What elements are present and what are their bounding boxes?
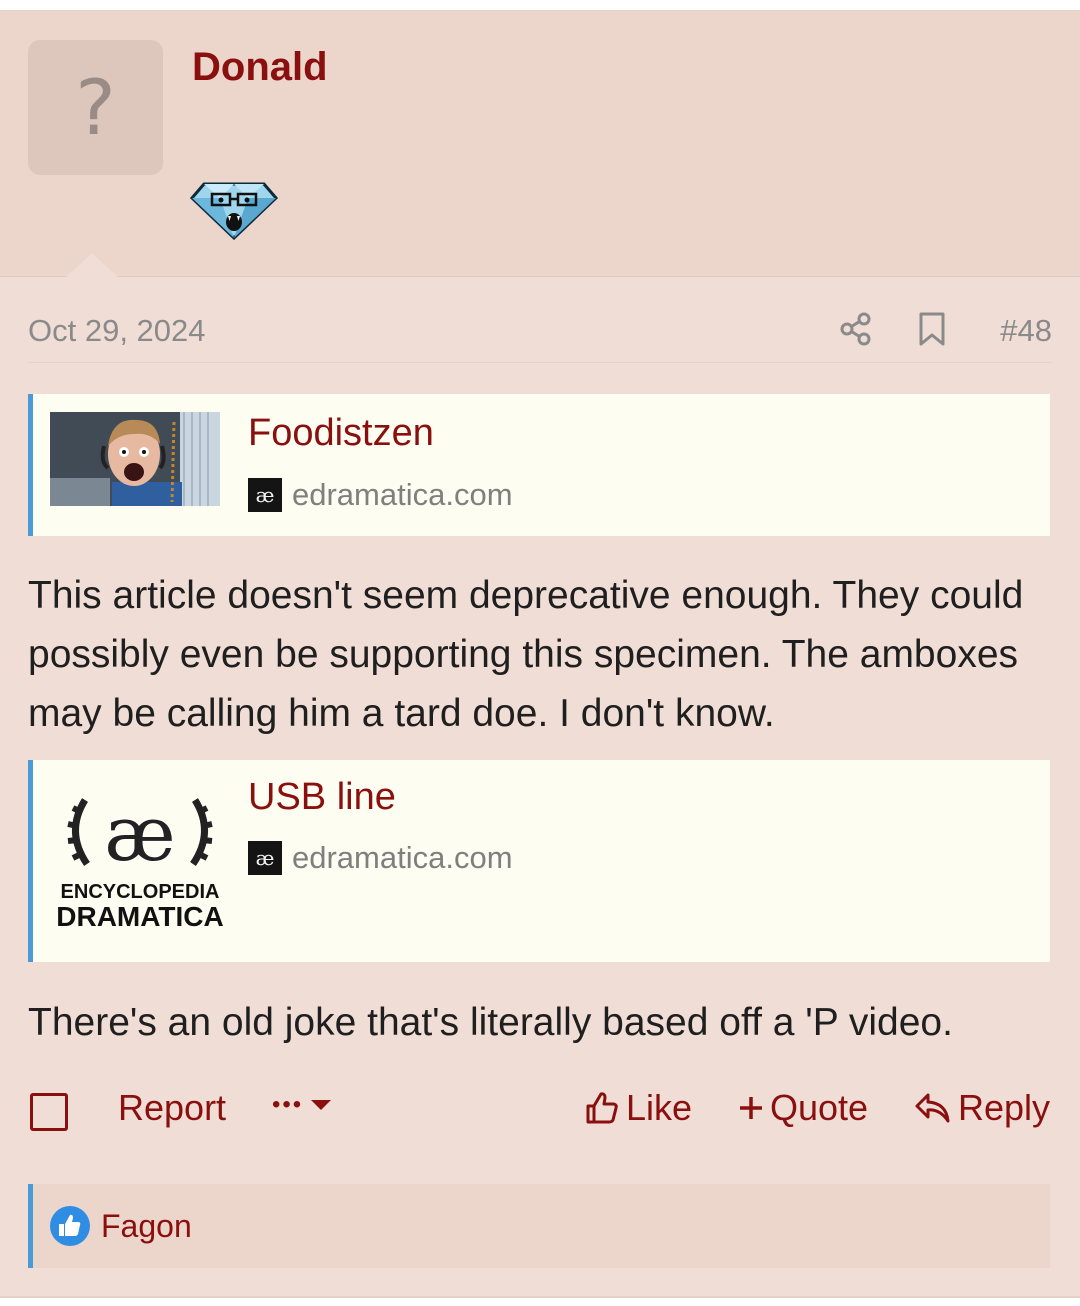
username[interactable]: Donald xyxy=(192,45,328,90)
post-body-paragraph: This article doesn't seem deprecative en… xyxy=(28,574,1024,735)
avatar[interactable]: ? xyxy=(28,40,163,175)
embed-source: æ edramatica.com xyxy=(248,477,513,513)
report-label: Report xyxy=(118,1087,227,1128)
user-bar: ? Donald xyxy=(0,11,1080,279)
logo-line1-text: ENCYCLOPEDIA xyxy=(61,881,220,903)
embed-thumbnail xyxy=(50,412,220,506)
link-embed[interactable]: Foodistzen æ edramatica.com xyxy=(28,394,1050,536)
site-favicon-icon: æ xyxy=(248,478,282,512)
like-button[interactable]: Like xyxy=(584,1087,692,1129)
quote-label: Quote xyxy=(770,1087,869,1128)
reactions-bar[interactable]: Fagon xyxy=(28,1184,1050,1268)
reply-button[interactable]: Reply xyxy=(914,1087,1050,1129)
report-button[interactable]: Report xyxy=(118,1087,226,1129)
thumbs-up-icon xyxy=(586,1092,618,1124)
embed-title[interactable]: Foodistzen xyxy=(248,412,434,455)
reply-label: Reply xyxy=(958,1087,1051,1128)
logo-line2-text: DRAMATICA xyxy=(56,901,223,932)
embed-source-domain: edramatica.com xyxy=(292,840,513,875)
post-meta: Oct 29, 2024 #48 xyxy=(28,311,1052,363)
message-post: ? Donald Oct 29, 2024 #48 Foodistzen æ e… xyxy=(0,10,1080,1298)
avatar-placeholder: ? xyxy=(75,62,116,152)
reply-arrow-icon xyxy=(915,1093,950,1123)
share-icon[interactable] xyxy=(838,311,874,347)
plus-icon xyxy=(740,1097,762,1119)
embed-source-domain: edramatica.com xyxy=(292,477,513,512)
post-body-paragraph: There's an old joke that's literally bas… xyxy=(28,1001,953,1044)
embed-source: æ edramatica.com xyxy=(248,840,513,876)
logo-ae-text: æ xyxy=(104,789,175,878)
reaction-users[interactable]: Fagon xyxy=(101,1208,192,1245)
embed-title[interactable]: USB line xyxy=(248,776,396,819)
quote-button[interactable]: Quote xyxy=(738,1087,868,1129)
post-actions: Report ••• Like Quote Reply xyxy=(28,1083,1052,1143)
post-arrow xyxy=(64,253,120,279)
caret-down-icon xyxy=(311,1100,332,1110)
site-favicon-icon: æ xyxy=(248,841,282,875)
more-dots-icon: ••• xyxy=(272,1091,304,1118)
bookmark-icon[interactable] xyxy=(916,311,948,347)
post-number[interactable]: #48 xyxy=(1000,313,1052,349)
like-reaction-icon xyxy=(50,1206,90,1246)
link-embed[interactable]: æ ENCYCLOPEDIA DRAMATICA USB line æ edra… xyxy=(28,760,1050,962)
diamond-face-icon xyxy=(190,182,278,240)
more-options-button[interactable]: ••• xyxy=(272,1091,333,1119)
post-date[interactable]: Oct 29, 2024 xyxy=(28,313,206,349)
like-label: Like xyxy=(626,1087,693,1128)
select-checkbox[interactable] xyxy=(30,1093,68,1131)
embed-thumbnail: æ ENCYCLOPEDIA DRAMATICA xyxy=(55,782,225,942)
